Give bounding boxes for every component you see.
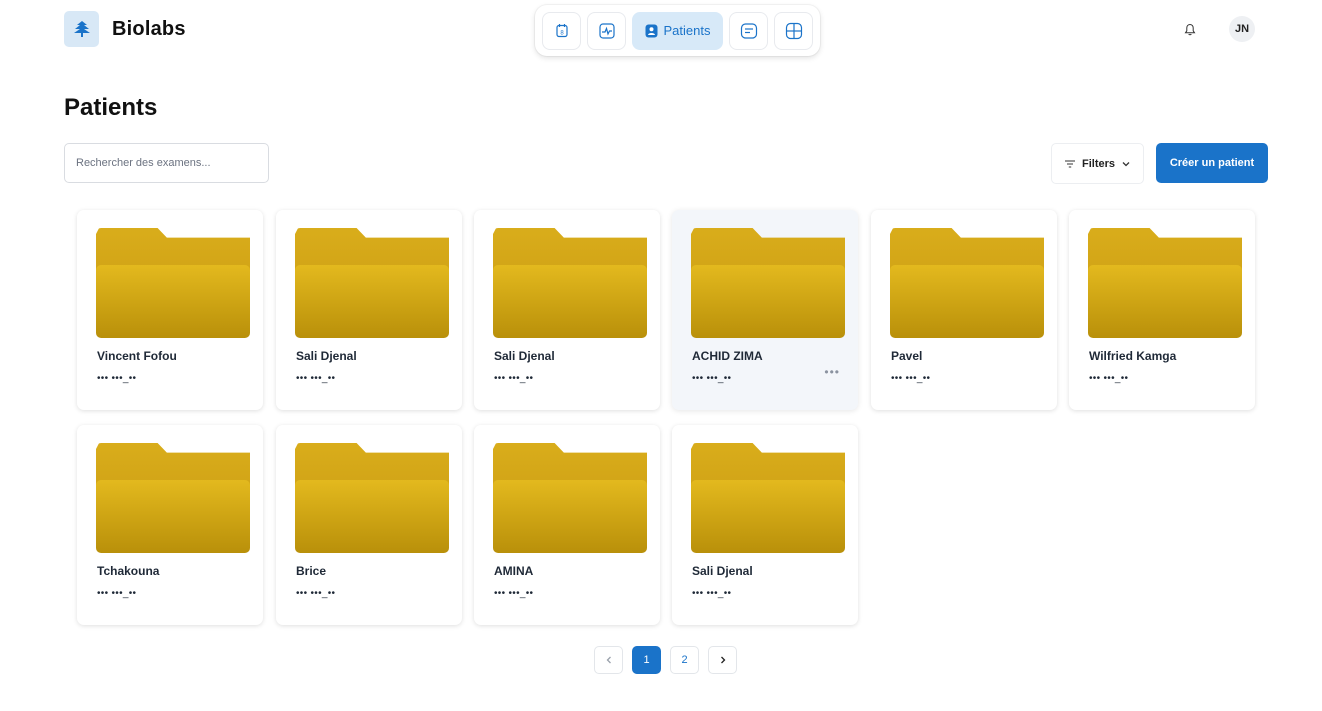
calendar-icon: 8 [555, 23, 568, 37]
nav-patients[interactable]: Patients [632, 11, 723, 50]
patient-name: Sali Djenal [296, 349, 357, 363]
patient-id-masked: ••• •••_•• [97, 373, 137, 384]
nav-patients-label: Patients [663, 23, 711, 38]
patient-id-masked: ••• •••_•• [97, 588, 137, 599]
folder-icon [493, 443, 647, 553]
svg-text:8: 8 [560, 30, 564, 36]
patient-name: Wilfried Kamga [1089, 349, 1177, 363]
bell-icon [1184, 23, 1196, 35]
patient-card[interactable]: ACHID ZIMA ••• •••_•• ••• [672, 210, 858, 410]
folder-icon [96, 228, 250, 338]
patient-name: Sali Djenal [494, 349, 555, 363]
prev-page-button[interactable] [594, 646, 623, 674]
brand[interactable]: Biolabs [64, 11, 186, 47]
page-1-button[interactable]: 1 [632, 646, 661, 674]
patient-name: AMINA [494, 564, 534, 578]
folder-icon [96, 443, 250, 553]
patient-id-masked: ••• •••_•• [494, 373, 534, 384]
next-page-button[interactable] [708, 646, 737, 674]
patient-card[interactable]: Sali Djenal ••• •••_•• [672, 425, 858, 625]
filter-lines-icon [1064, 160, 1075, 167]
patient-id-masked: ••• •••_•• [1089, 373, 1129, 384]
filters-button[interactable]: Filters [1051, 143, 1144, 184]
nav-activity[interactable] [587, 11, 626, 50]
folder-icon [493, 228, 647, 338]
patient-card[interactable]: AMINA ••• •••_•• [474, 425, 660, 625]
avatar[interactable]: JN [1229, 16, 1255, 42]
chevron-left-icon [606, 656, 611, 664]
layout-icon [785, 22, 802, 39]
create-patient-button[interactable]: Créer un patient [1156, 143, 1268, 183]
patient-id-masked: ••• •••_•• [891, 373, 931, 384]
patient-name: ACHID ZIMA [692, 349, 763, 363]
patient-badge-icon [645, 24, 657, 37]
folder-icon [1088, 228, 1242, 338]
patient-name: Pavel [891, 349, 923, 363]
page-2-button[interactable]: 2 [670, 646, 699, 674]
patient-id-masked: ••• •••_•• [692, 373, 732, 384]
folder-icon [691, 228, 845, 338]
nav-messages[interactable] [729, 11, 768, 50]
patient-name: Brice [296, 564, 327, 578]
patient-name: Tchakouna [97, 564, 160, 578]
brand-name: Biolabs [112, 17, 186, 40]
main-nav: 8 Patients [535, 5, 820, 56]
patient-id-masked: ••• •••_•• [692, 588, 732, 599]
patient-card[interactable]: Brice ••• •••_•• [276, 425, 462, 625]
search-input[interactable] [64, 143, 269, 183]
chevron-down-icon [1122, 161, 1130, 166]
tree-logo-icon [64, 11, 99, 47]
nav-calendar[interactable]: 8 [542, 11, 581, 50]
folder-icon [890, 228, 1044, 338]
patient-card[interactable]: Wilfried Kamga ••• •••_•• [1069, 210, 1255, 410]
patient-id-masked: ••• •••_•• [296, 588, 336, 599]
folder-icon [295, 443, 449, 553]
page-title: Patients [64, 94, 158, 121]
activity-icon [598, 22, 615, 39]
filters-label: Filters [1081, 157, 1115, 170]
folder-icon [691, 443, 845, 553]
patient-id-masked: ••• •••_•• [296, 373, 336, 384]
pagination: 1 2 [594, 646, 737, 674]
notifications-button[interactable] [1181, 20, 1199, 38]
patient-name: Vincent Fofou [97, 349, 177, 363]
patient-id-masked: ••• •••_•• [494, 588, 534, 599]
patient-name: Sali Djenal [692, 564, 753, 578]
chevron-right-icon [720, 656, 725, 664]
folder-icon [295, 228, 449, 338]
more-options-icon[interactable]: ••• [824, 365, 840, 379]
patient-card[interactable]: Vincent Fofou ••• •••_•• [77, 210, 263, 410]
nav-layout[interactable] [774, 11, 813, 50]
message-icon [740, 22, 757, 39]
patient-card[interactable]: Tchakouna ••• •••_•• [77, 425, 263, 625]
patient-card[interactable]: Sali Djenal ••• •••_•• [276, 210, 462, 410]
patient-card[interactable]: Sali Djenal ••• •••_•• [474, 210, 660, 410]
patient-card[interactable]: Pavel ••• •••_•• [871, 210, 1057, 410]
